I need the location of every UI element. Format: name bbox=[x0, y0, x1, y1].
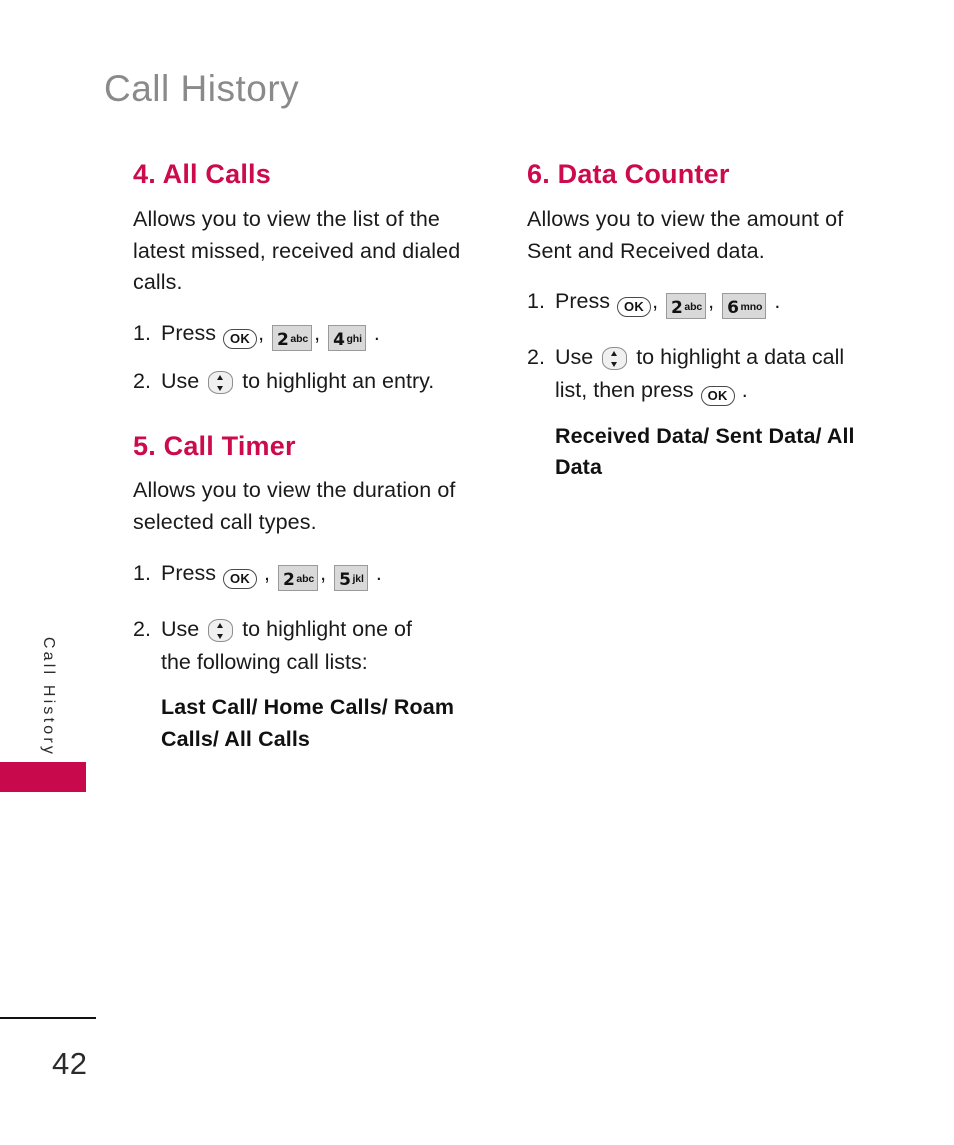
numeric-key-4-icon[interactable]: 4 ghi bbox=[328, 325, 366, 352]
step-comma: , bbox=[708, 289, 715, 314]
step-item: 1. Press OK, 2 abc, 4 ghi . bbox=[133, 317, 493, 352]
page-number: 42 bbox=[52, 1046, 88, 1081]
key-letters: abc bbox=[290, 333, 309, 346]
step-comma: , bbox=[652, 289, 659, 314]
step-item: 1. Press OK , 2 abc, 5 jkl . bbox=[133, 557, 493, 592]
step-item: 1. Press OK, 2 abc, 6 mno . bbox=[527, 285, 887, 320]
right-column: 6. Data Counter Allows you to view the a… bbox=[527, 159, 887, 486]
step-number: 2. bbox=[527, 345, 545, 370]
chevron-down-icon bbox=[217, 633, 224, 639]
ok-key-icon[interactable]: OK bbox=[222, 329, 258, 350]
key-letters: abc bbox=[296, 573, 315, 586]
left-column: 4. All Calls Allows you to view the list… bbox=[133, 159, 493, 758]
ok-key-icon[interactable]: OK bbox=[222, 569, 258, 590]
section-all-calls: 4. All Calls Allows you to view the list… bbox=[133, 159, 493, 398]
section-call-timer: 5. Call Timer Allows you to view the dur… bbox=[133, 430, 493, 756]
numeric-key-2-icon[interactable]: 2 abc bbox=[272, 325, 313, 352]
section-description: Allows you to view the list of the lates… bbox=[133, 206, 461, 295]
step-text-use: Use bbox=[555, 345, 594, 370]
key-digit: 6 bbox=[727, 298, 739, 319]
step-continuation-text: list, then press bbox=[555, 377, 694, 402]
chevron-down-icon bbox=[611, 361, 618, 367]
step-comma: , bbox=[264, 561, 271, 586]
option-list: Last Call/ Home Calls/ Roam Calls/ All C… bbox=[161, 695, 455, 752]
numeric-key-5-icon[interactable]: 5 jkl bbox=[334, 565, 368, 592]
step-comma: , bbox=[320, 561, 327, 586]
step-period: . bbox=[774, 289, 781, 314]
step-text-press: Press bbox=[555, 289, 610, 314]
step-text-use: Use bbox=[161, 369, 200, 394]
key-digit: 4 bbox=[333, 330, 345, 351]
option-list: Received Data/ Sent Data/ All Data bbox=[555, 423, 855, 480]
step-text-tail: to highlight one of bbox=[242, 617, 412, 642]
section-data-counter: 6. Data Counter Allows you to view the a… bbox=[527, 159, 887, 484]
step-continuation: the following call lists: bbox=[161, 649, 368, 674]
step-item: 2. Use to highlight a data call list, th… bbox=[527, 341, 887, 406]
step-comma: , bbox=[314, 321, 321, 346]
chevron-up-icon bbox=[611, 350, 618, 356]
footer-divider bbox=[0, 1017, 96, 1019]
section-heading: 6. Data Counter bbox=[527, 159, 730, 189]
step-number: 1. bbox=[527, 289, 545, 314]
side-tab-marker bbox=[0, 762, 86, 792]
step-period: . bbox=[373, 321, 380, 346]
key-digit: 2 bbox=[283, 570, 295, 591]
numeric-key-6-icon[interactable]: 6 mno bbox=[722, 293, 767, 320]
step-period: . bbox=[741, 377, 748, 402]
step-item: 2. Use to highlight one of the following… bbox=[133, 613, 493, 678]
step-number: 2. bbox=[133, 369, 151, 394]
key-letters: mno bbox=[740, 301, 763, 314]
key-letters: ghi bbox=[346, 333, 362, 346]
step-period: . bbox=[375, 561, 382, 586]
ok-key-icon[interactable]: OK bbox=[700, 385, 735, 406]
chevron-down-icon bbox=[217, 385, 224, 391]
step-text-press: Press bbox=[161, 561, 216, 586]
page-title: Call History bbox=[104, 68, 300, 109]
section-heading: 4. All Calls bbox=[133, 159, 271, 189]
section-heading: 5. Call Timer bbox=[133, 430, 296, 461]
step-text-tail: to highlight an entry. bbox=[242, 369, 435, 394]
step-number: 1. bbox=[133, 321, 151, 346]
step-item: 2. Use to highlight an entry. bbox=[133, 365, 493, 398]
key-digit: 5 bbox=[339, 570, 351, 591]
section-description: Allows you to view the duration of selec… bbox=[133, 478, 456, 535]
navigation-key-icon[interactable] bbox=[208, 619, 234, 643]
navigation-key-icon[interactable] bbox=[208, 371, 234, 395]
numeric-key-2-icon[interactable]: 2 abc bbox=[278, 565, 319, 592]
key-digit: 2 bbox=[277, 330, 289, 351]
chevron-up-icon bbox=[217, 622, 224, 628]
step-number: 2. bbox=[133, 617, 151, 642]
step-text-press: Press bbox=[161, 321, 216, 346]
key-digit: 2 bbox=[671, 298, 683, 319]
chevron-up-icon bbox=[217, 374, 224, 380]
navigation-key-icon[interactable] bbox=[602, 347, 628, 371]
key-letters: abc bbox=[684, 301, 703, 314]
numeric-key-2-icon[interactable]: 2 abc bbox=[666, 293, 707, 320]
section-description: Allows you to view the amount of Sent an… bbox=[527, 206, 844, 263]
key-letters: jkl bbox=[352, 573, 364, 586]
step-comma: , bbox=[258, 321, 265, 346]
step-number: 1. bbox=[133, 561, 151, 586]
step-continuation: list, then press OK . bbox=[555, 374, 887, 407]
step-text-use: Use bbox=[161, 617, 200, 642]
step-text-tail: to highlight a data call bbox=[636, 345, 845, 370]
ok-key-icon[interactable]: OK bbox=[616, 297, 652, 318]
